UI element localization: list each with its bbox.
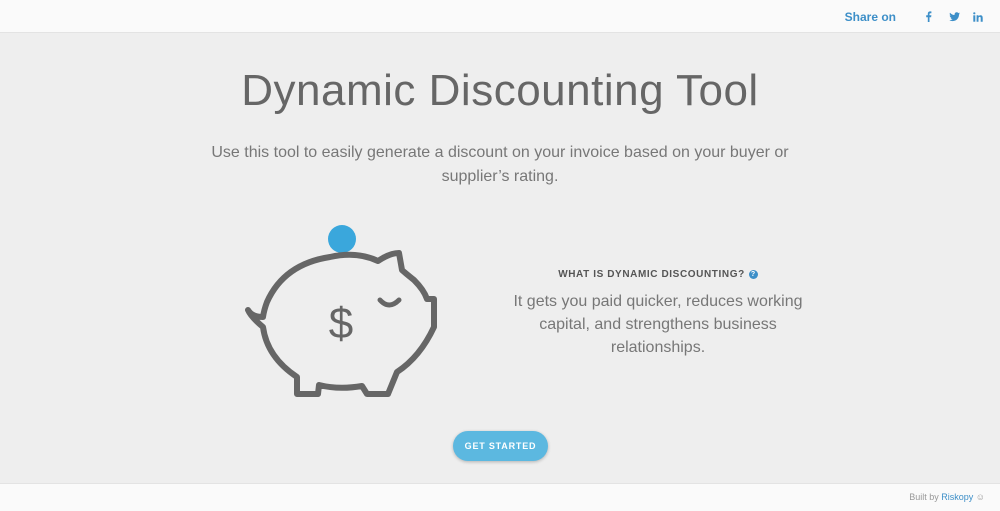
- built-by-label: Built by: [909, 492, 939, 502]
- info-block: WHAT IS DYNAMIC DISCOUNTING? ? It gets y…: [500, 264, 816, 359]
- footer: Built by Riskopy ☺: [0, 483, 1000, 511]
- top-bar: Share on: [0, 0, 1000, 33]
- piggy-bank-icon: $: [245, 225, 437, 397]
- info-heading: WHAT IS DYNAMIC DISCOUNTING? ?: [558, 269, 758, 280]
- page-subtitle: Use this tool to easily generate a disco…: [211, 144, 789, 185]
- twitter-icon[interactable]: [949, 11, 960, 22]
- dollar-sign: $: [329, 299, 353, 348]
- coin-icon: [328, 225, 356, 253]
- footer-credit: Built by Riskopy ☺: [909, 492, 985, 502]
- info-text: It gets you paid quicker, reduces workin…: [513, 293, 803, 356]
- get-started-button[interactable]: GET STARTED: [453, 431, 548, 461]
- page-title: Dynamic Discounting Tool: [241, 66, 759, 115]
- share-bar: Share on: [845, 0, 983, 33]
- linkedin-icon[interactable]: [973, 11, 983, 22]
- smiley-icon: ☺: [975, 492, 985, 502]
- piggy-bank-illustration: $: [242, 222, 444, 402]
- facebook-icon[interactable]: [925, 11, 935, 22]
- info-heading-text: WHAT IS DYNAMIC DISCOUNTING?: [558, 269, 745, 280]
- help-icon[interactable]: ?: [748, 270, 758, 279]
- share-label: Share on: [844, 9, 896, 24]
- riskopy-link[interactable]: Riskopy: [941, 492, 973, 502]
